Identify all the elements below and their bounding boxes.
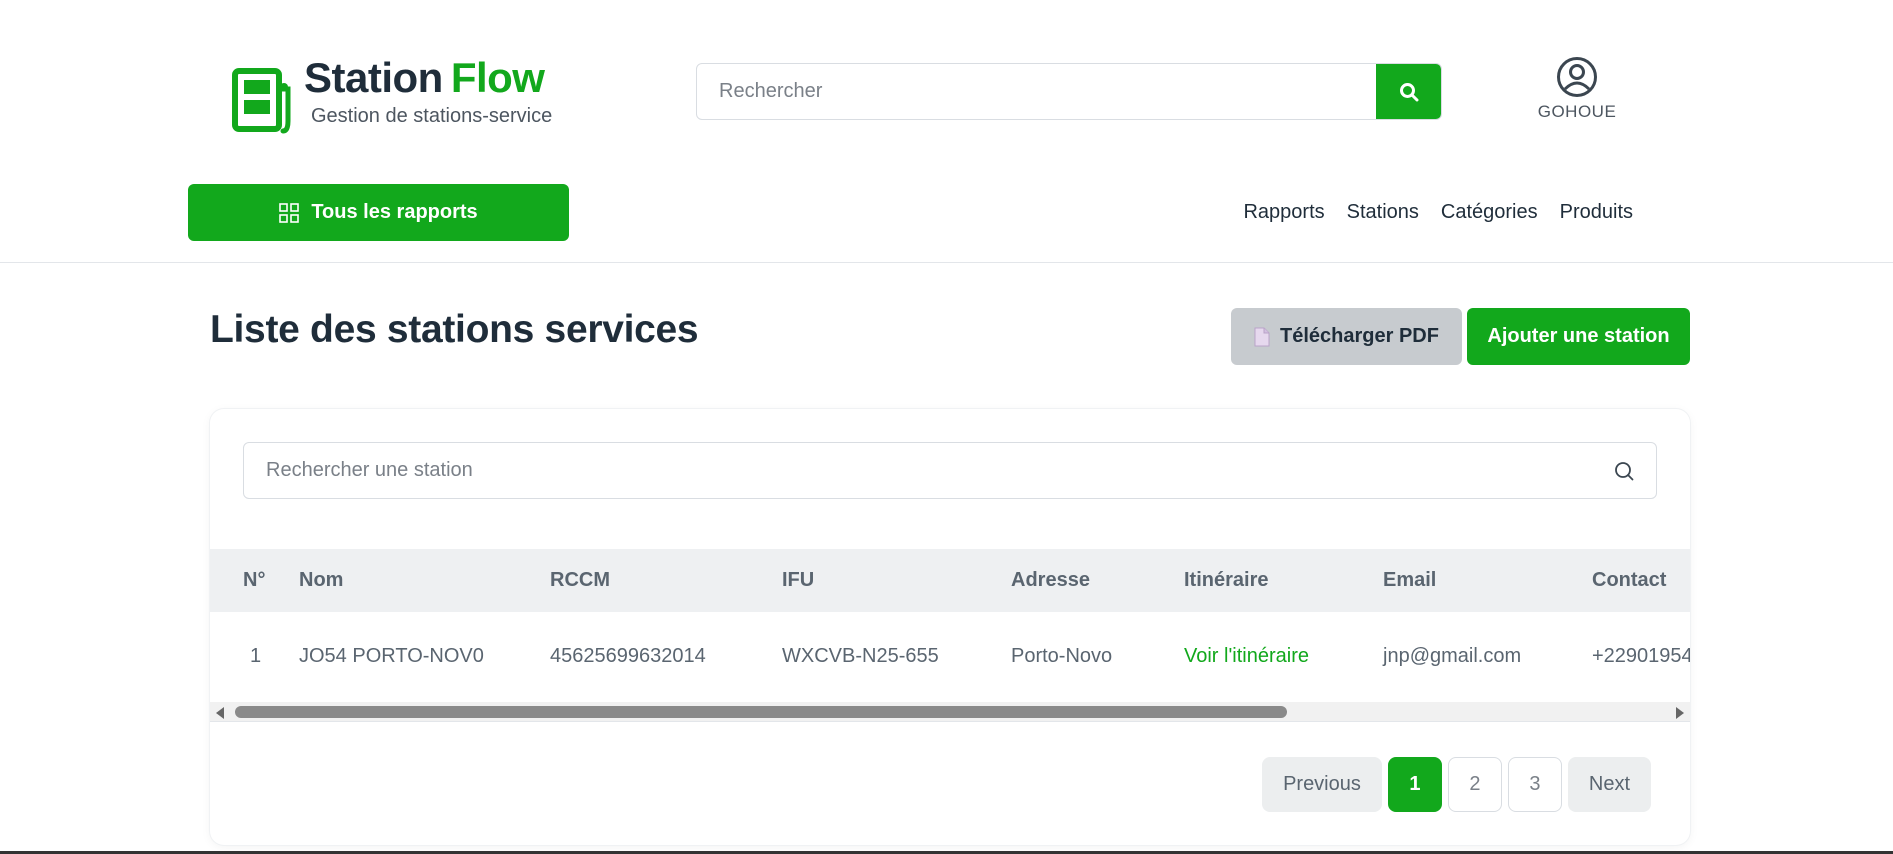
brand-part-2: Flow (450, 54, 545, 101)
header-search-input[interactable] (697, 64, 1377, 119)
column-header-itineraire: Itinéraire (1184, 569, 1269, 591)
stations-card: N° Nom RCCM IFU Adresse Itinéraire Email… (210, 409, 1690, 845)
search-icon (1399, 82, 1418, 101)
cell-ifu: WXCVB-N25-655 (782, 645, 939, 667)
column-header-contact: Contact (1592, 569, 1667, 591)
fuel-pump-icon (232, 68, 291, 134)
brand-tagline: Gestion de stations-service (311, 105, 553, 127)
user-circle-icon (1557, 57, 1597, 97)
app-header: Station Flow Gestion de stations-service … (0, 0, 1893, 263)
station-search-input[interactable] (244, 443, 1584, 498)
column-header-ifu: IFU (782, 569, 815, 591)
column-header-rccm: RCCM (550, 569, 610, 591)
nav-categories[interactable]: Catégories (1441, 197, 1538, 227)
all-reports-label: Tous les rapports (311, 201, 478, 223)
download-pdf-label: Télécharger PDF (1280, 325, 1439, 347)
user-name: GOHOUE (1537, 102, 1617, 121)
cell-nom: JO54 PORTO-NOV0 (299, 645, 484, 667)
itinerary-link[interactable]: Voir l'itinéraire (1184, 645, 1309, 668)
brand-name: Station Flow (304, 54, 545, 102)
grid-icon (279, 202, 300, 223)
table-header: N° Nom RCCM IFU Adresse Itinéraire Email… (210, 549, 1690, 612)
pagination-previous[interactable]: Previous (1262, 757, 1382, 812)
user-menu[interactable]: GOHOUE (1530, 56, 1624, 130)
nav-produits[interactable]: Produits (1560, 197, 1633, 227)
station-search (243, 442, 1657, 499)
add-station-label: Ajouter une station (1487, 325, 1670, 347)
column-header-email: Email (1383, 569, 1437, 591)
file-icon (1254, 327, 1270, 346)
search-icon[interactable] (1614, 461, 1634, 481)
scroll-left-arrow-icon[interactable] (216, 707, 224, 719)
add-station-button[interactable]: Ajouter une station (1467, 308, 1690, 365)
main-nav: Rapports Stations Catégories Produits (1221, 197, 1633, 227)
scrollbar-thumb[interactable] (235, 706, 1287, 718)
all-reports-button[interactable]: Tous les rapports (188, 184, 569, 241)
brand-part-1: Station (304, 54, 443, 101)
logo[interactable]: Station Flow Gestion de stations-service (232, 54, 562, 140)
column-header-nom: Nom (299, 569, 344, 591)
cell-email: jnp@gmail.com (1383, 645, 1522, 667)
header-search (696, 63, 1442, 120)
column-header-adresse: Adresse (1011, 569, 1090, 591)
pagination: Previous 1 2 3 Next (1262, 757, 1651, 812)
page-title: Liste des stations services (210, 308, 699, 351)
stations-table: N° Nom RCCM IFU Adresse Itinéraire Email… (210, 549, 1690, 709)
pagination-page-2[interactable]: 2 (1447, 757, 1502, 812)
scroll-right-arrow-icon[interactable] (1676, 707, 1684, 719)
column-header-numero: N° (243, 569, 266, 591)
download-pdf-button[interactable]: Télécharger PDF (1231, 308, 1462, 365)
horizontal-scrollbar[interactable] (210, 702, 1690, 722)
table-row: 1 JO54 PORTO-NOV0 45625699632014 WXCVB-N… (210, 612, 1690, 703)
pagination-next[interactable]: Next (1567, 757, 1651, 812)
cell-adresse: Porto-Novo (1011, 645, 1113, 667)
cell-contact: +22901954 (1592, 645, 1690, 667)
pagination-page-1[interactable]: 1 (1387, 757, 1442, 812)
pagination-page-3[interactable]: 3 (1507, 757, 1562, 812)
cell-numero: 1 (250, 645, 262, 667)
header-search-button[interactable] (1376, 64, 1441, 119)
nav-rapports[interactable]: Rapports (1243, 197, 1324, 227)
nav-stations[interactable]: Stations (1347, 197, 1419, 227)
cell-rccm: 45625699632014 (550, 645, 706, 667)
